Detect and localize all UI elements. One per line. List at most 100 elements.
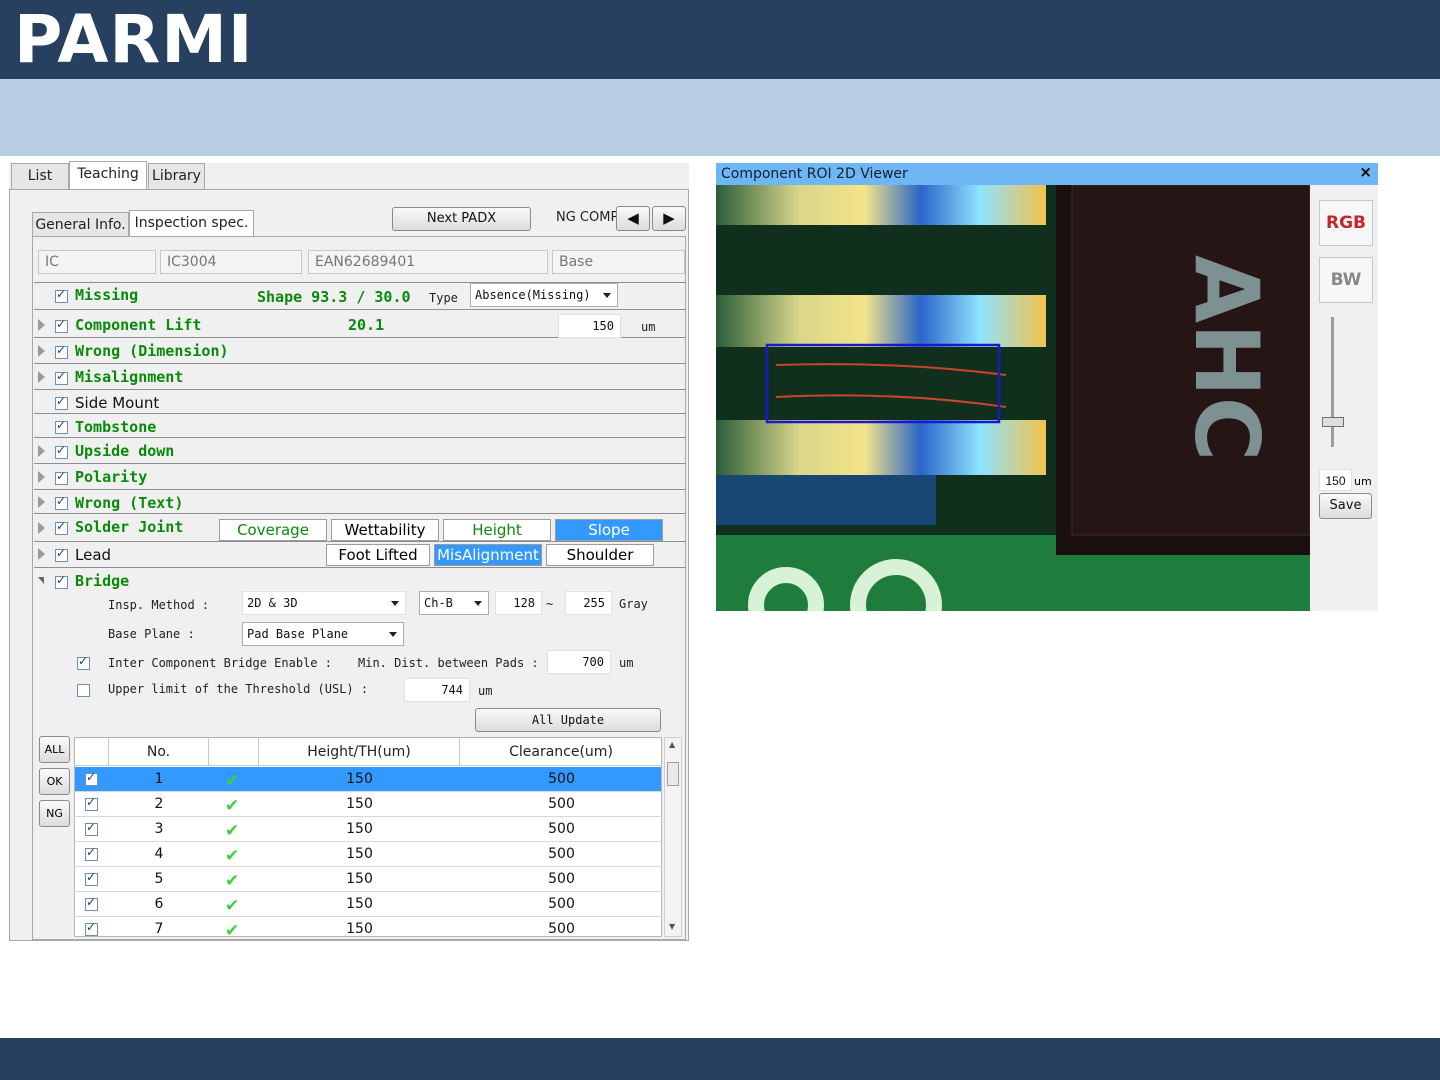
row-checkbox[interactable] [85,820,98,836]
ng-filter-button[interactable]: NG [39,800,70,827]
row-height: 150 [346,921,373,937]
expand-arrow-icon[interactable] [38,371,45,383]
inter-bridge-checkbox[interactable] [77,654,90,670]
component-ref-field: IC3004 [160,250,302,274]
channel-select[interactable]: Ch-B [419,591,489,615]
base-plane-select[interactable]: Pad Base Plane [242,622,404,646]
tab-library[interactable]: Library [148,163,205,189]
solder-joint-label: Solder Joint [75,518,184,536]
prev-ng-button[interactable]: ◀ [616,206,650,231]
component-lift-checkbox[interactable] [55,317,68,333]
tab-general-info[interactable]: General Info. [32,212,129,236]
expand-arrow-icon[interactable] [38,345,45,357]
table-row[interactable]: 1 ✔ 150 500 [75,767,661,792]
usl-checkbox[interactable] [77,684,90,697]
save-button[interactable]: Save [1319,493,1372,519]
expand-arrow-icon[interactable] [38,471,45,483]
component-lift-input[interactable]: 150 [558,314,621,338]
threshold-input[interactable]: 150 [1319,469,1352,491]
row-checkbox[interactable] [85,770,98,786]
missing-type-value: Absence(Missing) [475,288,591,302]
upside-down-checkbox[interactable] [55,443,68,459]
table-scrollbar[interactable]: ▲ ▼ [664,737,682,937]
gray-max-input[interactable]: 255 [565,591,612,615]
usl-input[interactable]: 744 [404,678,470,702]
min-dist-input[interactable]: 700 [547,650,611,674]
segment-shoulder[interactable]: Shoulder [546,544,654,566]
slider-thumb[interactable] [1322,417,1344,427]
segment-wettability[interactable]: Wettability [331,519,439,541]
segment-foot-lifted[interactable]: Foot Lifted [326,544,430,566]
row-checkbox[interactable] [85,895,98,911]
wrong-dimension-checkbox[interactable] [55,343,68,359]
col-header-no[interactable]: No. [109,738,209,766]
tab-list[interactable]: List [11,163,69,189]
insp-method-select[interactable]: 2D & 3D [242,591,406,615]
table-row[interactable]: 5 ✔ 150 500 [75,867,661,892]
tab-inspection-spec[interactable]: Inspection spec. [129,210,254,237]
rgb-button[interactable]: RGB [1319,200,1373,246]
segment-height[interactable]: Height [443,519,551,541]
row-checkbox[interactable] [85,920,98,936]
side-mount-label: Side Mount [75,394,160,412]
collapse-arrow-icon[interactable] [38,577,44,584]
row-height: 150 [346,771,373,787]
teaching-content: General Info. Inspection spec. Next PADX… [9,189,689,941]
close-icon[interactable]: × [1359,163,1372,181]
segment-misalignment[interactable]: MisAlignment [434,544,542,566]
bridge-checkbox[interactable] [55,573,68,589]
row-clearance: 500 [548,896,575,912]
scroll-up-icon[interactable]: ▲ [669,740,675,749]
side-mount-checkbox[interactable] [55,394,68,410]
select-all-button[interactable]: ALL [39,736,70,763]
next-padx-button[interactable]: Next PADX [392,207,531,231]
tombstone-checkbox[interactable] [55,418,68,434]
row-checkbox[interactable] [85,870,98,886]
table-row[interactable]: 4 ✔ 150 500 [75,842,661,867]
chevron-down-icon [383,623,403,645]
lead-checkbox[interactable] [55,546,68,562]
row-checkbox[interactable] [85,845,98,861]
table-row[interactable]: 3 ✔ 150 500 [75,817,661,842]
bw-button[interactable]: BW [1319,257,1373,303]
segment-slope[interactable]: Slope [555,519,663,541]
expand-arrow-icon[interactable] [38,522,45,534]
base-plane-value: Pad Base Plane [247,627,349,641]
ok-check-icon: ✔ [225,871,240,891]
ok-filter-button[interactable]: OK [39,768,70,795]
missing-type-select[interactable]: Absence(Missing) [470,283,618,307]
gray-min-input[interactable]: 128 [495,591,542,615]
row-checkbox[interactable] [85,795,98,811]
bridge-table: No. Height/TH(um) Clearance(um) 1 ✔ 150 500… [74,737,662,937]
base-field: Base [552,250,685,274]
col-header-clearance[interactable]: Clearance(um) [460,738,661,766]
component-image[interactable]: AHC [716,185,1310,611]
row-clearance: 500 [548,796,575,812]
slider-track[interactable] [1331,317,1334,447]
row-height: 150 [346,796,373,812]
expand-arrow-icon[interactable] [38,496,45,508]
row-clearance: 500 [548,846,575,862]
polarity-checkbox[interactable] [55,469,68,485]
table-row[interactable]: 2 ✔ 150 500 [75,792,661,817]
misalignment-checkbox[interactable] [55,369,68,385]
roi-viewer-window: Component ROI 2D Viewer × AHC RGB BW 150… [716,163,1378,611]
table-row[interactable]: 6 ✔ 150 500 [75,892,661,917]
chevron-down-icon [385,592,405,614]
range-tilde: ~ [546,597,554,611]
expand-arrow-icon[interactable] [38,445,45,457]
expand-arrow-icon[interactable] [38,319,45,331]
scroll-thumb[interactable] [667,762,679,786]
col-header-height[interactable]: Height/TH(um) [259,738,460,766]
table-row[interactable]: 7 ✔ 150 500 [75,917,661,937]
next-ng-button[interactable]: ▶ [652,206,686,231]
threshold-unit: um [1354,475,1372,488]
wrong-text-checkbox[interactable] [55,494,68,510]
expand-arrow-icon[interactable] [38,548,45,560]
solder-joint-checkbox[interactable] [55,519,68,535]
tab-teaching[interactable]: Teaching [69,161,147,190]
all-update-button[interactable]: All Update [475,708,661,732]
segment-coverage[interactable]: Coverage [219,519,327,541]
missing-checkbox[interactable] [55,287,68,303]
scroll-down-icon[interactable]: ▼ [669,922,675,931]
